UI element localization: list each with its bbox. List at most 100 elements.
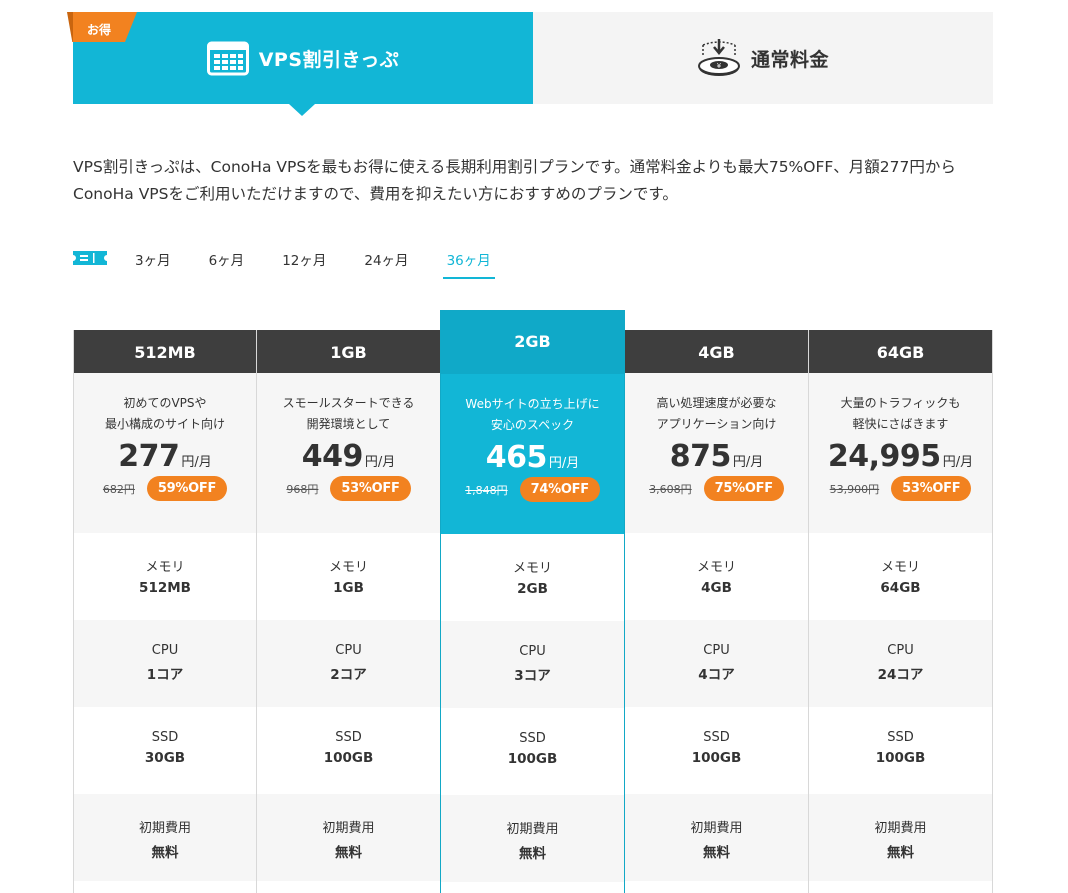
plan-catch-line-2: 安心のスペック — [490, 418, 575, 432]
period-tab-24[interactable]: 24ヶ月 — [360, 245, 412, 277]
tab-discount-label: VPS割引きっぷ — [258, 48, 400, 71]
period-tab-6[interactable]: 6ヶ月 — [205, 245, 249, 277]
active-tab-pointer — [289, 104, 315, 116]
spec-label: 初期費用 — [322, 821, 375, 836]
spec-memory: メモリ 1GB — [257, 533, 440, 620]
plan-column-4gb[interactable]: 4GB 高い処理速度が必要な アプリケーション向け 875 円/月 3,608円… — [625, 330, 809, 893]
plan-price-unit: 円/月 — [181, 455, 212, 470]
plan-name: 4GB — [625, 330, 808, 373]
spec-memory: メモリ 4GB — [625, 533, 808, 620]
spec-label: CPU — [335, 643, 362, 658]
plan-old-price: 1,848円 — [465, 483, 508, 497]
spec-cpu: CPU 3コア — [441, 621, 624, 708]
spec-cpu: CPU 1コア — [74, 620, 256, 707]
plan-price-unit: 円/月 — [732, 455, 764, 470]
deal-badge: お得 — [67, 12, 137, 46]
plan-price-unit: 円/月 — [548, 456, 580, 471]
plan-off-badge: 75%OFF — [703, 476, 784, 501]
spec-value: 3コア — [514, 668, 551, 684]
plan-type-tabs: お得 VPS割引きっぷ ¥ 通常料金 — [67, 12, 993, 116]
price-table: 512MB 初めてのVPSや 最小構成のサイト向け 277 円/月 682円 5… — [73, 310, 993, 893]
ticket-icon — [73, 251, 107, 265]
period-tab-3[interactable]: 3ヶ月 — [131, 245, 175, 277]
plan-price: 277 — [118, 439, 180, 474]
plan-old-price: 3,608円 — [649, 482, 692, 496]
plan-discount-line: 682円 59%OFF — [74, 476, 256, 501]
plan-discount-line: 3,608円 75%OFF — [625, 476, 808, 501]
tab-regular-price[interactable]: ¥ 通常料金 — [533, 12, 993, 104]
spec-value: 64GB — [880, 580, 921, 596]
plan-column-64gb[interactable]: 64GB 大量のトラフィックも 軽快にさばきます 24,995 円/月 53,9… — [809, 330, 993, 893]
spec-label: 初期費用 — [874, 821, 927, 836]
spec-cpu: CPU 4コア — [625, 620, 808, 707]
spec-initial-fee: 初期費用 無料 — [625, 794, 808, 881]
tab-regular-label: 通常料金 — [750, 48, 829, 71]
plan-catch-line-1: スモールスタートできる — [282, 396, 415, 410]
spec-initial-fee: 初期費用 無料 — [441, 795, 624, 882]
plan-catch-line-1: Webサイトの立ち上げに — [465, 397, 600, 411]
plan-price: 24,995 — [827, 439, 941, 474]
spec-ssd: SSD 30GB — [74, 707, 256, 794]
spec-label: CPU — [887, 643, 914, 658]
plan-column-1gb[interactable]: 1GB スモールスタートできる 開発環境として 449 円/月 968円 53%… — [257, 330, 441, 893]
spec-value: 1GB — [333, 580, 364, 596]
spec-memory: メモリ 64GB — [809, 533, 992, 620]
spec-label: メモリ — [696, 560, 736, 575]
plan-off-badge: 53%OFF — [891, 476, 972, 501]
plan-discount-line: 53,900円 53%OFF — [809, 476, 992, 501]
spec-label: SSD — [887, 730, 914, 745]
spec-label: SSD — [335, 730, 362, 745]
plan-catch-line-1: 初めてのVPSや — [123, 396, 207, 410]
spec-value: 100GB — [875, 750, 926, 766]
plan-column-512mb[interactable]: 512MB 初めてのVPSや 最小構成のサイト向け 277 円/月 682円 5… — [73, 330, 257, 893]
spec-label: SSD — [151, 730, 179, 745]
plan-summary: 大量のトラフィックも 軽快にさばきます 24,995 円/月 53,900円 5… — [809, 373, 992, 533]
plan-name: 2GB — [441, 311, 624, 374]
plan-summary: Webサイトの立ち上げに 安心のスペック 465 円/月 1,848円 74%O… — [441, 374, 624, 534]
deal-badge-text: お得 — [87, 23, 112, 37]
plan-off-badge: 53%OFF — [330, 476, 411, 501]
plan-catch-line-2: 最小構成のサイト向け — [104, 417, 225, 431]
spec-cpu: CPU 2コア — [257, 620, 440, 707]
spec-initial-fee: 初期費用 無料 — [809, 794, 992, 881]
spec-ssd: SSD 100GB — [441, 708, 624, 795]
spec-value: 2GB — [517, 581, 548, 597]
spec-value: 4コア — [698, 667, 735, 683]
svg-text:¥: ¥ — [717, 62, 722, 70]
spec-value: 100GB — [691, 750, 742, 766]
plan-price-unit: 円/月 — [942, 455, 974, 470]
spec-value: 無料 — [887, 845, 914, 861]
plan-summary: スモールスタートできる 開発環境として 449 円/月 968円 53%OFF — [257, 373, 440, 533]
spec-value: 2コア — [330, 667, 367, 683]
spec-label: CPU — [519, 644, 546, 659]
spec-label: SSD — [703, 730, 730, 745]
spec-value: 512MB — [139, 580, 191, 596]
spec-value: 4GB — [701, 580, 732, 596]
plan-name: 64GB — [809, 330, 992, 373]
spec-ssd: SSD 100GB — [625, 707, 808, 794]
spec-label: CPU — [703, 643, 730, 658]
coin-deposit-icon: ¥ — [697, 39, 740, 76]
spec-cpu: CPU 24コア — [809, 620, 992, 707]
plan-old-price: 53,900円 — [829, 482, 880, 496]
tab-discount-ticket[interactable]: お得 VPS割引きっぷ — [67, 12, 533, 116]
plan-old-price: 682円 — [102, 482, 135, 496]
plan-column-2gb-featured[interactable]: 2GB Webサイトの立ち上げに 安心のスペック 465 円/月 1,848円 … — [440, 310, 625, 893]
plan-catch-line-1: 高い処理速度が必要な — [656, 396, 777, 410]
plan-catch-line-2: アプリケーション向け — [656, 417, 777, 431]
spec-label: CPU — [151, 643, 179, 658]
spec-ssd: SSD 100GB — [809, 707, 992, 794]
plan-summary: 初めてのVPSや 最小構成のサイト向け 277 円/月 682円 59%OFF — [74, 373, 256, 533]
plan-discount-line: 968円 53%OFF — [257, 476, 440, 501]
plan-catch-line-2: 開発環境として — [306, 417, 391, 431]
spec-value: 100GB — [507, 751, 558, 767]
spec-value: 24コア — [877, 667, 924, 683]
plan-price-line: 465 円/月 — [441, 440, 624, 475]
period-tab-12[interactable]: 12ヶ月 — [278, 245, 330, 277]
spec-memory: メモリ 2GB — [441, 534, 624, 621]
period-tab-36[interactable]: 36ヶ月 — [442, 245, 495, 279]
plan-price-line: 24,995 円/月 — [809, 439, 992, 474]
plan-old-price: 968円 — [286, 482, 319, 496]
spec-label: メモリ — [145, 560, 185, 575]
spec-initial-fee: 初期費用 無料 — [257, 794, 440, 881]
